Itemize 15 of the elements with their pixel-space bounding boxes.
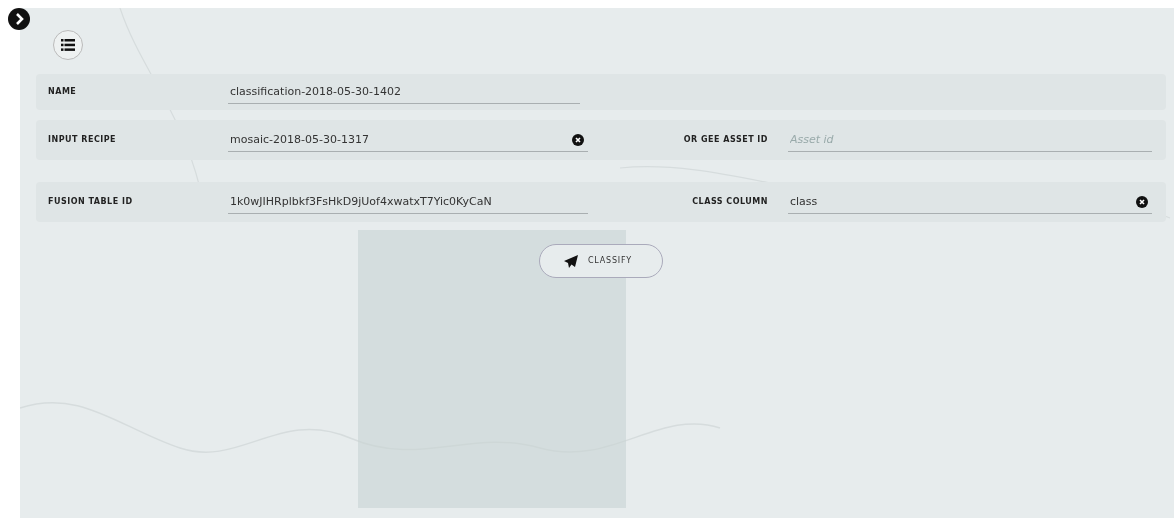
send-icon — [563, 254, 578, 268]
text-field[interactable]: 1k0wJIHRplbkf3FsHkD9jUof4xwatxT7Yic0KyCaN — [228, 190, 588, 214]
field-label: FUSION TABLE ID — [48, 196, 134, 208]
expand-icon[interactable] — [8, 8, 30, 30]
text-field[interactable]: Asset id — [788, 128, 1152, 152]
field-label: NAME — [48, 86, 78, 98]
field-label: OR GEE ASSET ID — [682, 134, 769, 146]
list-button[interactable] — [53, 30, 83, 60]
clear-icon[interactable] — [572, 134, 584, 146]
field-label: CLASS COLUMN — [691, 196, 769, 208]
clear-icon[interactable] — [1136, 196, 1148, 208]
list-icon — [61, 39, 75, 51]
classify-button[interactable]: CLASSIFY — [538, 244, 664, 278]
text-field[interactable]: classification-2018-05-30-1402 — [228, 80, 580, 104]
field-label: INPUT RECIPE — [48, 134, 118, 146]
